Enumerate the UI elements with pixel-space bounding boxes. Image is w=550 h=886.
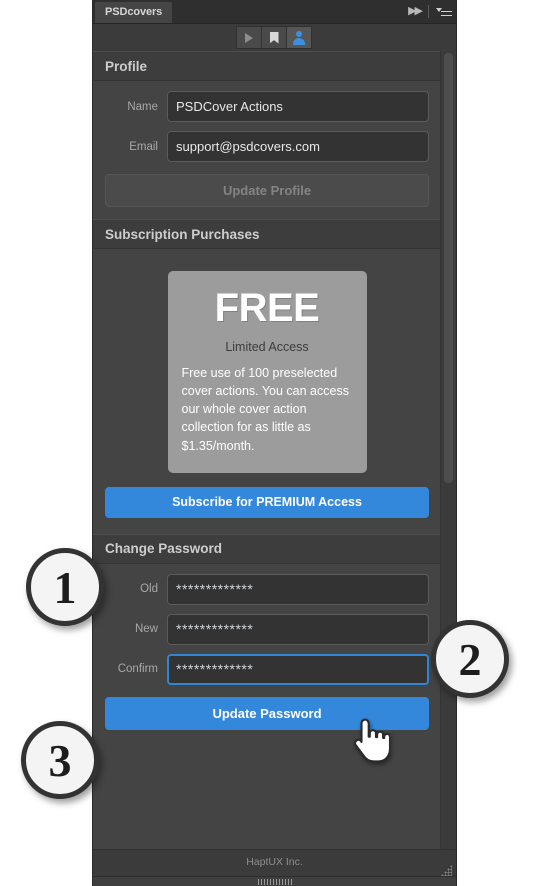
plan-description: Free use of 100 preselected cover action…	[181, 366, 349, 453]
subscription-plan-card: FREE Limited Access Free use of 100 pres…	[167, 271, 367, 473]
callout-badge-3: 3	[21, 721, 99, 799]
section-header-profile: Profile	[93, 51, 441, 81]
section-body-subscription: FREE Limited Access Free use of 100 pres…	[93, 249, 441, 534]
panel-bottom-bar	[93, 876, 456, 886]
email-label: Email	[129, 140, 158, 153]
footer-brand-label: HaptUX Inc.	[246, 856, 303, 868]
grab-handle-icon[interactable]	[257, 879, 292, 885]
new-password-label: New	[134, 623, 158, 636]
plan-title: FREE	[214, 286, 320, 330]
account-button[interactable]	[286, 26, 312, 49]
email-row: Email support@psdcovers.com	[105, 131, 429, 162]
bookmark-button[interactable]	[261, 26, 287, 49]
vertical-scrollbar[interactable]	[440, 51, 456, 850]
section-header-change-password: Change Password	[93, 533, 441, 564]
psdcovers-panel: PSDcovers ▶▶ Profile Name PSDCover Actio…	[92, 0, 457, 886]
old-password-input[interactable]: *************	[167, 573, 429, 605]
section-title-subscription: Subscription Purchases	[105, 226, 260, 242]
subscribe-button-wrap: Subscribe for PREMIUM Access	[105, 473, 429, 522]
section-body-profile: Name PSDCover Actions Email support@psdc…	[93, 81, 441, 219]
bookmark-icon	[269, 31, 279, 44]
panel-footer: HaptUX Inc.	[93, 849, 456, 886]
panel-menu-icon[interactable]	[436, 6, 452, 18]
old-password-label: Old	[140, 583, 158, 596]
name-label: Name	[127, 100, 158, 113]
double-chevron-right-icon[interactable]: ▶▶	[408, 6, 423, 17]
confirm-password-row: Confirm *************	[105, 653, 429, 685]
person-icon	[293, 31, 305, 45]
subscribe-premium-button[interactable]: Subscribe for PREMIUM Access	[105, 486, 429, 518]
update-profile-wrap: Update Profile	[105, 171, 429, 207]
section-header-subscription: Subscription Purchases	[93, 219, 441, 249]
pointing-hand-cursor	[354, 718, 390, 763]
new-password-input[interactable]: *************	[167, 613, 429, 645]
old-password-row: Old *************	[105, 573, 429, 605]
callout-badge-1: 1	[26, 548, 104, 626]
name-row: Name PSDCover Actions	[105, 91, 429, 122]
confirm-password-label: Confirm	[117, 663, 158, 676]
update-profile-button[interactable]: Update Profile	[105, 174, 429, 207]
tab-psdcovers[interactable]: PSDcovers	[95, 2, 173, 23]
panel-icon-toolbar	[93, 24, 456, 52]
scrollbar-thumb[interactable]	[444, 53, 453, 483]
email-input[interactable]: support@psdcovers.com	[167, 131, 429, 162]
confirm-password-input[interactable]: *************	[167, 653, 429, 685]
callout-badge-2: 2	[431, 620, 509, 698]
panel-tab-strip: PSDcovers ▶▶	[93, 0, 456, 24]
new-password-row: New *************	[105, 613, 429, 645]
play-button[interactable]	[236, 26, 262, 49]
plan-subtitle: Limited Access	[225, 340, 309, 354]
section-title-change-password: Change Password	[105, 541, 223, 557]
section-title-profile: Profile	[105, 58, 148, 74]
panel-titlebar-controls: ▶▶	[408, 0, 452, 23]
titlebar-divider	[428, 5, 429, 18]
name-input[interactable]: PSDCover Actions	[167, 91, 429, 122]
play-icon	[245, 32, 253, 43]
panel-body: Profile Name PSDCover Actions Email supp…	[93, 51, 456, 850]
section-body-change-password: Old ************* New ************* Conf…	[93, 564, 441, 742]
